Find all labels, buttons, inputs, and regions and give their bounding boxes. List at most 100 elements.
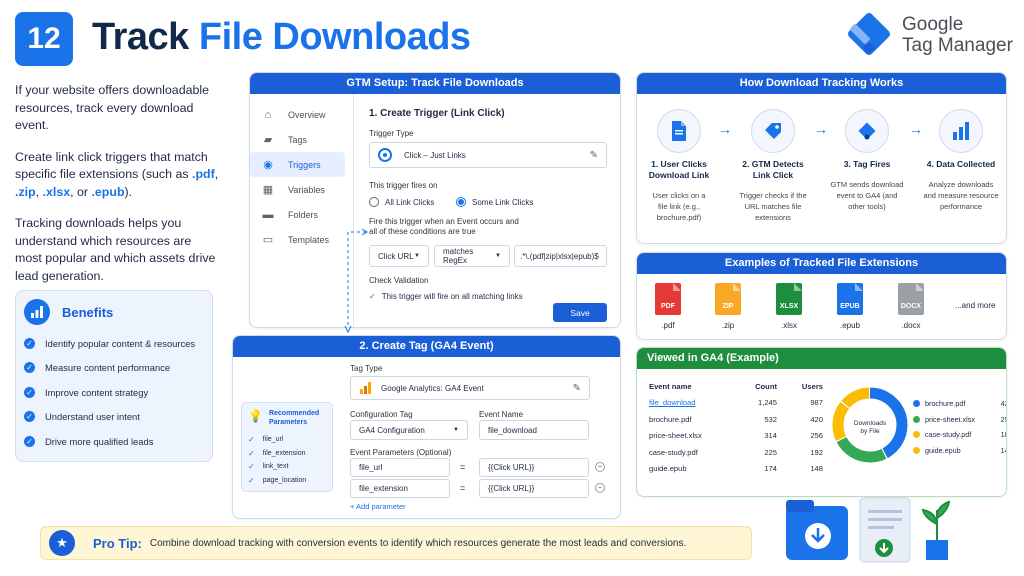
- benefits-card: Benefits ✓ Identify popular content & res…: [15, 290, 213, 462]
- edit-pencil-icon[interactable]: ✎: [590, 150, 598, 161]
- dropdown-arrow-icon: ▼: [453, 427, 459, 433]
- variables-icon: ▦: [262, 183, 274, 196]
- legend-swatch: [913, 400, 920, 408]
- legend-item: case-study.pdf18.1%: [913, 427, 1006, 443]
- table-row: case-study.pdf 225 192: [649, 447, 823, 457]
- step-tag-fires: 3. Tag Fires GTM sends download event to …: [823, 109, 911, 212]
- trigger-icon: ◉: [263, 158, 273, 171]
- recommended-param: ✓ link_text: [248, 462, 289, 472]
- pro-tip-label: Pro Tip:: [93, 535, 142, 551]
- configuration-tag-select[interactable]: GA4 Configuration ▼: [350, 420, 468, 440]
- docx-file-icon: DOCX: [898, 283, 924, 315]
- condition-variable-select[interactable]: Click URL ▼: [369, 245, 429, 267]
- how-it-works-header: How Download Tracking Works: [637, 73, 1006, 94]
- legend-swatch: [913, 415, 920, 423]
- check-icon: ✓: [24, 411, 35, 423]
- equals-icon: =: [460, 462, 466, 472]
- trigger-step-title: 1. Create Trigger (Link Click): [369, 108, 505, 119]
- zip-file-tile: ZIP .zip: [706, 283, 750, 330]
- recommended-parameters-box: 💡 Recommended Parameters ✓ file_url ✓ file_…: [241, 402, 333, 492]
- check-icon: ✓: [248, 462, 255, 472]
- recommended-param: ✓ page_location: [248, 475, 307, 485]
- lightbulb-icon: 💡: [248, 409, 263, 423]
- step-number-badge: 12: [15, 12, 73, 66]
- pdf-file-icon: PDF: [655, 283, 681, 315]
- docx-file-tile: DOCX .docx: [889, 283, 933, 330]
- title-part-1: Track: [92, 16, 189, 58]
- flow-connector: [344, 228, 368, 334]
- event-name-input[interactable]: file_download: [479, 420, 589, 440]
- benefit-item: ✓ Drive more qualified leads: [16, 429, 212, 454]
- recommended-title: Recommended Parameters: [268, 410, 320, 426]
- legend-item: brochure.pdf42.7%: [913, 396, 1006, 412]
- star-icon: ★: [49, 530, 75, 556]
- benefit-item: ✓ Understand user intent: [16, 405, 212, 430]
- benefit-item: ✓ Identify popular content & resources: [16, 331, 212, 356]
- sidebar-item-variables[interactable]: ▦ Variables: [250, 177, 345, 202]
- extensions-header: Examples of Tracked File Extensions: [637, 253, 1006, 274]
- legend-item: price-sheet.xlsx25.2%: [913, 412, 1006, 428]
- edit-pencil-icon[interactable]: ✎: [573, 383, 581, 394]
- ga4-table: Event name Count Users file_download 1,245 9…: [649, 378, 823, 477]
- dropdown-arrow-icon: ▼: [495, 253, 501, 259]
- tag-type-label: Tag Type: [350, 364, 383, 373]
- bar-chart-icon: [24, 299, 50, 325]
- title-part-2: File Downloads: [198, 16, 471, 58]
- gtm-setup-panel: GTM Setup: Track File Downloads ⌂ Overvie…: [249, 72, 621, 328]
- trigger-type-label: Trigger Type: [369, 129, 414, 138]
- benefit-item: ✓ Measure content performance: [16, 356, 212, 381]
- radio-all-link-clicks[interactable]: All Link Clicks: [369, 197, 434, 207]
- check-icon: ✓: [24, 362, 35, 374]
- dropdown-arrow-icon: ▼: [414, 253, 420, 259]
- condition-value-input[interactable]: .*\.(pdf|zip|xlsx|epub)$: [514, 245, 607, 267]
- check-icon: ✓: [24, 337, 35, 349]
- step-data-collected: 4. Data Collected Analyze downloads and m…: [917, 109, 1005, 212]
- sidebar-item-overview[interactable]: ⌂ Overview: [250, 102, 345, 127]
- gtm-diamond-icon: [845, 109, 889, 153]
- file-click-icon: [657, 109, 701, 153]
- template-icon: ▭: [262, 233, 274, 246]
- epub-file-icon: EPUB: [837, 283, 863, 315]
- how-it-works-panel: How Download Tracking Works 1. User Clic…: [636, 72, 1007, 244]
- param-name-input[interactable]: file_url: [350, 458, 450, 477]
- event-name-label: Event Name: [479, 410, 524, 419]
- sidebar-item-templates[interactable]: ▭ Templates: [250, 227, 345, 252]
- recommended-param: ✓ file_url: [248, 435, 284, 445]
- page-title: Track File Downloads: [92, 16, 471, 59]
- check-validation-label: Check Validation: [369, 276, 429, 285]
- sidebar-item-folders[interactable]: ▬ Folders: [250, 202, 345, 227]
- legend-swatch: [913, 446, 920, 454]
- more-extensions-text: ...and more: [955, 301, 996, 310]
- param-name-input[interactable]: file_extension: [350, 479, 450, 498]
- sidebar-item-triggers[interactable]: ◉ Triggers: [250, 152, 345, 177]
- add-parameter-link[interactable]: + Add parameter: [350, 502, 406, 511]
- configuration-tag-label: Configuration Tag: [350, 410, 413, 419]
- intro-paragraph-3: Tracking downloads helps you understand …: [15, 216, 216, 283]
- condition-operator-select[interactable]: matches RegEx ▼: [434, 245, 510, 267]
- click-trigger-icon: [378, 148, 392, 162]
- equals-icon: =: [460, 483, 466, 493]
- param-value-input[interactable]: {{Click URL}}: [479, 479, 589, 498]
- google-analytics-icon: [360, 382, 371, 394]
- fires-on-label: This trigger fires on: [369, 181, 438, 190]
- remove-param-icon[interactable]: −: [595, 483, 605, 493]
- download-folder-illustration: [786, 497, 951, 563]
- epub-file-tile: EPUB .epub: [828, 283, 872, 330]
- intro-paragraph-2: Create link click triggers that match sp…: [15, 149, 219, 199]
- remove-param-icon[interactable]: −: [595, 462, 605, 472]
- gtm-logo-icon: [848, 13, 890, 55]
- check-icon: ✓: [248, 448, 255, 458]
- intro-text: If your website offers downloadable reso…: [15, 82, 220, 299]
- param-value-input[interactable]: {{Click URL}}: [479, 458, 589, 477]
- save-button[interactable]: Save: [553, 303, 607, 322]
- tag-type-field[interactable]: Google Analytics: GA4 Event ✎: [350, 376, 590, 400]
- sidebar-item-tags[interactable]: ▰ Tags: [250, 127, 345, 152]
- tag-icon: ▰: [263, 133, 273, 146]
- validation-message: ✓ This trigger will fire on all matching …: [369, 292, 523, 301]
- check-icon: ✓: [369, 292, 376, 301]
- trigger-type-field[interactable]: Click – Just Links ✎: [369, 142, 607, 168]
- benefits-title: Benefits: [62, 304, 114, 320]
- radio-some-link-clicks[interactable]: Some Link Clicks: [456, 197, 533, 207]
- step-user-clicks: 1. User Clicks Download Link User clicks …: [637, 109, 723, 223]
- legend-swatch: [913, 431, 920, 439]
